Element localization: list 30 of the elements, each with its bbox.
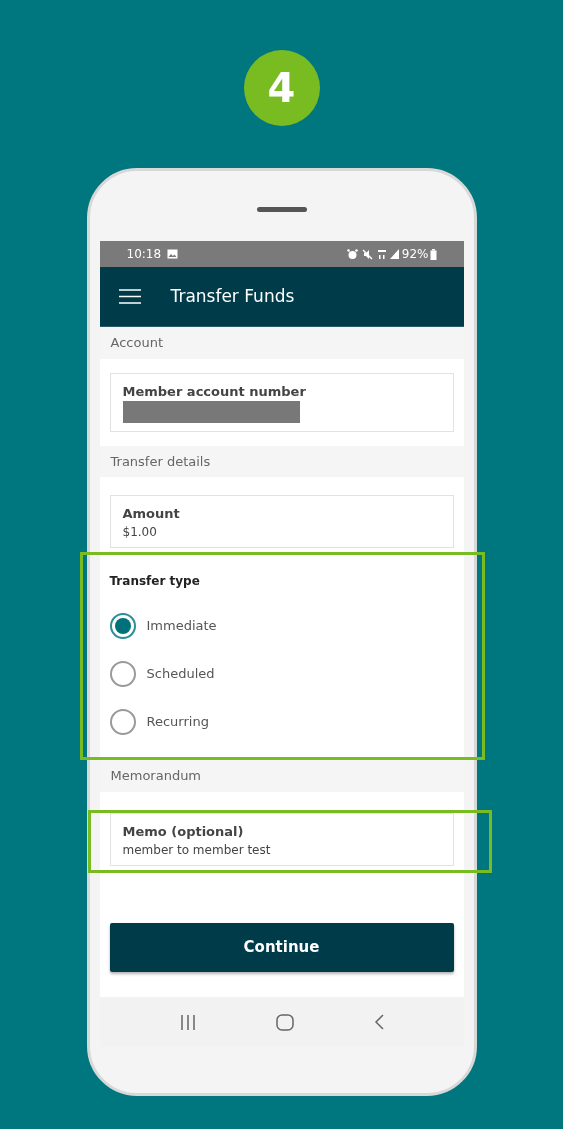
input-field[interactable]: Amount $1.00 [109,495,454,548]
image-icon [167,249,179,259]
field-value: member to member test [122,841,272,859]
group-label: Transfer type [109,573,201,590]
battery-percent: 92% [401,246,429,263]
radio-option[interactable]: Recurring [109,698,454,746]
section-header: Account [99,327,464,359]
field-label: Memo (optional) [122,822,245,841]
screen-title: Transfer Funds [170,284,295,308]
back-icon[interactable] [373,1014,384,1030]
recent-apps-icon[interactable] [179,1014,196,1030]
section-header: Transfer details [99,445,464,477]
alarm-icon [346,248,358,260]
speaker-icon [256,207,307,212]
radio-option[interactable]: Immediate [109,602,454,650]
input-field[interactable]: Memo (optional) member to member test [109,812,454,866]
battery-icon [429,248,437,260]
mute-icon [361,248,373,260]
field-label: Member account number [122,382,307,401]
step-badge: 4 [243,50,320,126]
field-label: Amount [122,505,181,523]
continue-button[interactable]: Continue [109,922,454,972]
signal-icon [389,249,399,259]
input-field[interactable]: Member account number [109,372,454,432]
status-time: 10:18 [126,246,162,263]
field-value: $1.00 [122,524,158,541]
home-icon[interactable] [275,1013,294,1031]
menu-icon[interactable] [118,289,141,304]
radio-option[interactable]: Scheduled [109,650,454,698]
section-header: Memorandum [99,760,464,792]
